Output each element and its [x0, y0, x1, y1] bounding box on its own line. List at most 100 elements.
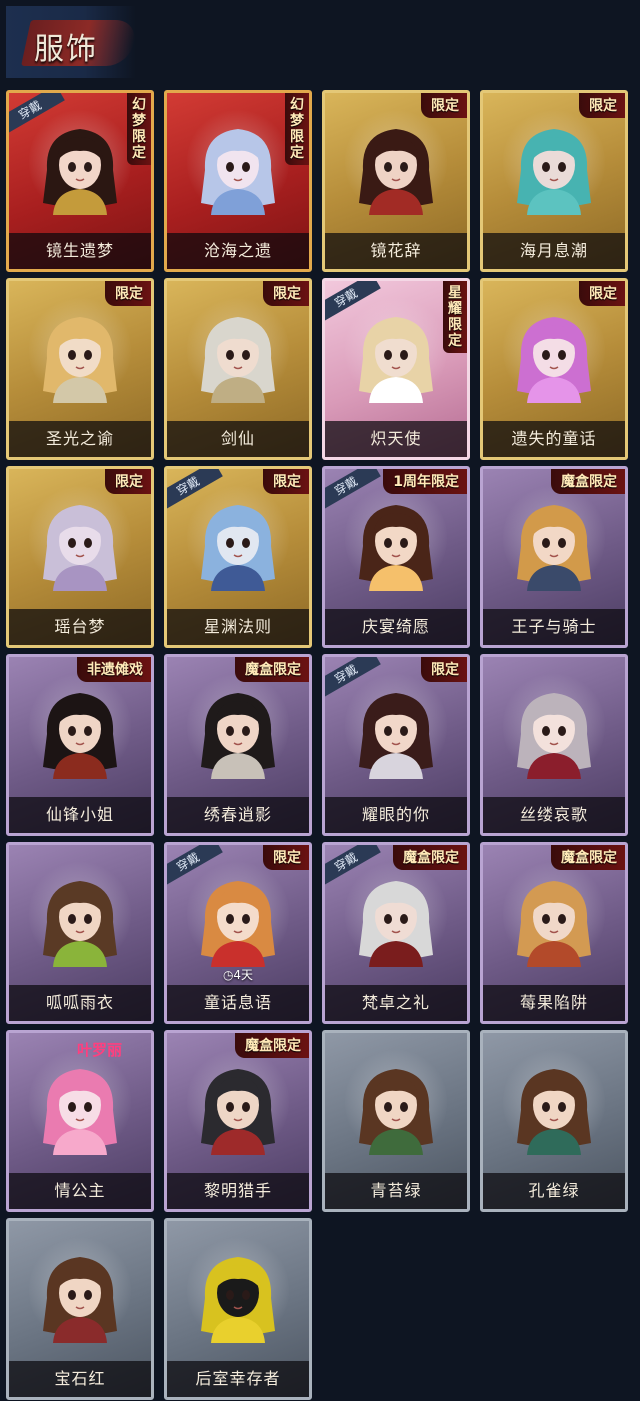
costume-name: 圣光之谕	[9, 421, 151, 457]
costume-name: 情公主	[9, 1173, 151, 1209]
character-portrait-icon	[517, 881, 591, 967]
character-portrait-icon	[43, 1257, 117, 1343]
costume-card[interactable]: 幻梦限定沧海之遗	[164, 90, 312, 272]
costume-card[interactable]: 限定剑仙	[164, 278, 312, 460]
character-portrait-icon	[43, 1069, 117, 1155]
costume-card[interactable]: 限定 穿戴 ◷4天 童话息语	[164, 842, 312, 1024]
character-portrait-icon	[201, 129, 275, 215]
costume-name: 青苔绿	[325, 1173, 467, 1209]
costume-card[interactable]: 魔盒限定绣春逍影	[164, 654, 312, 836]
limited-badge: 限定	[263, 469, 309, 494]
limited-badge: 魔盒限定	[393, 845, 467, 870]
character-portrait-icon	[43, 129, 117, 215]
costume-name: 沧海之遗	[167, 233, 309, 269]
costume-name: 王子与骑士	[483, 609, 625, 645]
costume-card[interactable]: 幻梦限定 穿戴 镜生遗梦	[6, 90, 154, 272]
costume-card[interactable]: 青苔绿	[322, 1030, 470, 1212]
limited-badge: 限定	[579, 281, 625, 306]
costume-card[interactable]: 限定 瑶台梦	[6, 466, 154, 648]
time-remaining: ◷4天	[222, 968, 254, 982]
limited-badge: 星耀限定	[443, 281, 467, 353]
costume-name: 庆宴绮愿	[325, 609, 467, 645]
character-portrait-icon	[201, 317, 275, 403]
character-portrait-icon	[43, 881, 117, 967]
costume-card[interactable]: 呱呱雨衣	[6, 842, 154, 1024]
costume-card[interactable]: 魔盒限定王子与骑士	[480, 466, 628, 648]
costume-name: 呱呱雨衣	[9, 985, 151, 1021]
limited-badge: 限定	[579, 93, 625, 118]
costume-card[interactable]: 限定 穿戴 耀眼的你	[322, 654, 470, 836]
character-portrait-icon	[201, 1257, 275, 1343]
character-portrait-icon	[43, 505, 117, 591]
character-portrait-icon	[201, 693, 275, 779]
costume-name: 梵卓之礼	[325, 985, 467, 1021]
character-portrait-icon	[201, 1069, 275, 1155]
character-portrait-icon	[43, 693, 117, 779]
costume-card[interactable]: 限定海月息潮	[480, 90, 628, 272]
costume-name: 后室幸存者	[167, 1361, 309, 1397]
limited-badge: 魔盒限定	[235, 657, 309, 682]
character-portrait-icon	[517, 317, 591, 403]
costume-card[interactable]: 丝缕哀歌	[480, 654, 628, 836]
section-header: 服饰	[6, 6, 139, 78]
character-portrait-icon	[517, 505, 591, 591]
costume-name: 炽天使	[325, 421, 467, 457]
costume-card[interactable]: 星耀限定 穿戴 炽天使	[322, 278, 470, 460]
limited-badge: 幻梦限定	[285, 93, 309, 165]
costume-name: 仙锋小姐	[9, 797, 151, 833]
costume-name: 莓果陷阱	[483, 985, 625, 1021]
costume-name: 遗失的童话	[483, 421, 625, 457]
character-portrait-icon	[359, 693, 433, 779]
limited-badge: 幻梦限定	[127, 93, 151, 165]
character-portrait-icon	[359, 129, 433, 215]
character-portrait-icon	[359, 317, 433, 403]
costume-name: 绣春逍影	[167, 797, 309, 833]
limited-badge: 非遗傩戏	[77, 657, 151, 682]
costume-name: 瑶台梦	[9, 609, 151, 645]
costume-card[interactable]: 宝石红	[6, 1218, 154, 1400]
costume-name: 童话息语	[167, 985, 309, 1021]
limited-badge: 限定	[421, 657, 467, 682]
costume-card[interactable]: 魔盒限定黎明猎手	[164, 1030, 312, 1212]
costume-card[interactable]: 魔盒限定 莓果陷阱	[480, 842, 628, 1024]
costume-name: 星渊法则	[167, 609, 309, 645]
costume-card[interactable]: 1周年限定 穿戴 庆宴绮愿	[322, 466, 470, 648]
costume-name: 剑仙	[167, 421, 309, 457]
costume-name: 孔雀绿	[483, 1173, 625, 1209]
character-portrait-icon	[517, 1069, 591, 1155]
costume-card[interactable]: 限定遗失的童话	[480, 278, 628, 460]
collab-label-text: 叶罗丽	[77, 1041, 123, 1059]
character-portrait-icon	[201, 505, 275, 591]
costume-card[interactable]: 限定镜花辞	[322, 90, 470, 272]
limited-badge: 1周年限定	[383, 469, 467, 494]
limited-badge: 限定	[421, 93, 467, 118]
limited-badge: 魔盒限定	[551, 469, 625, 494]
costume-name: 镜生遗梦	[9, 233, 151, 269]
costume-name: 黎明猎手	[167, 1173, 309, 1209]
costume-card[interactable]: 魔盒限定 穿戴 梵卓之礼	[322, 842, 470, 1024]
costume-name: 镜花辞	[325, 233, 467, 269]
costume-name: 丝缕哀歌	[483, 797, 625, 833]
limited-badge: 限定	[263, 845, 309, 870]
limited-badge: 魔盒限定	[235, 1033, 309, 1058]
character-portrait-icon	[517, 693, 591, 779]
costume-card[interactable]: 限定圣光之谕	[6, 278, 154, 460]
character-portrait-icon	[43, 317, 117, 403]
costume-card[interactable]: 非遗傩戏仙锋小姐	[6, 654, 154, 836]
character-portrait-icon	[359, 505, 433, 591]
character-portrait-icon	[359, 881, 433, 967]
costume-name: 耀眼的你	[325, 797, 467, 833]
limited-badge: 限定	[105, 281, 151, 306]
character-portrait-icon	[517, 129, 591, 215]
character-portrait-icon	[359, 1069, 433, 1155]
costume-card[interactable]: 后室幸存者	[164, 1218, 312, 1400]
costume-name: 宝石红	[9, 1361, 151, 1397]
section-title: 服饰	[34, 32, 98, 67]
limited-badge: 限定	[263, 281, 309, 306]
costume-card[interactable]: 限定 穿戴 星渊法则	[164, 466, 312, 648]
costume-name: 海月息潮	[483, 233, 625, 269]
costume-card[interactable]: 孔雀绿	[480, 1030, 628, 1212]
costume-card[interactable]: 叶罗丽情公主	[6, 1030, 154, 1212]
collab-label: 叶罗丽	[9, 1033, 151, 1069]
character-portrait-icon	[201, 881, 275, 967]
